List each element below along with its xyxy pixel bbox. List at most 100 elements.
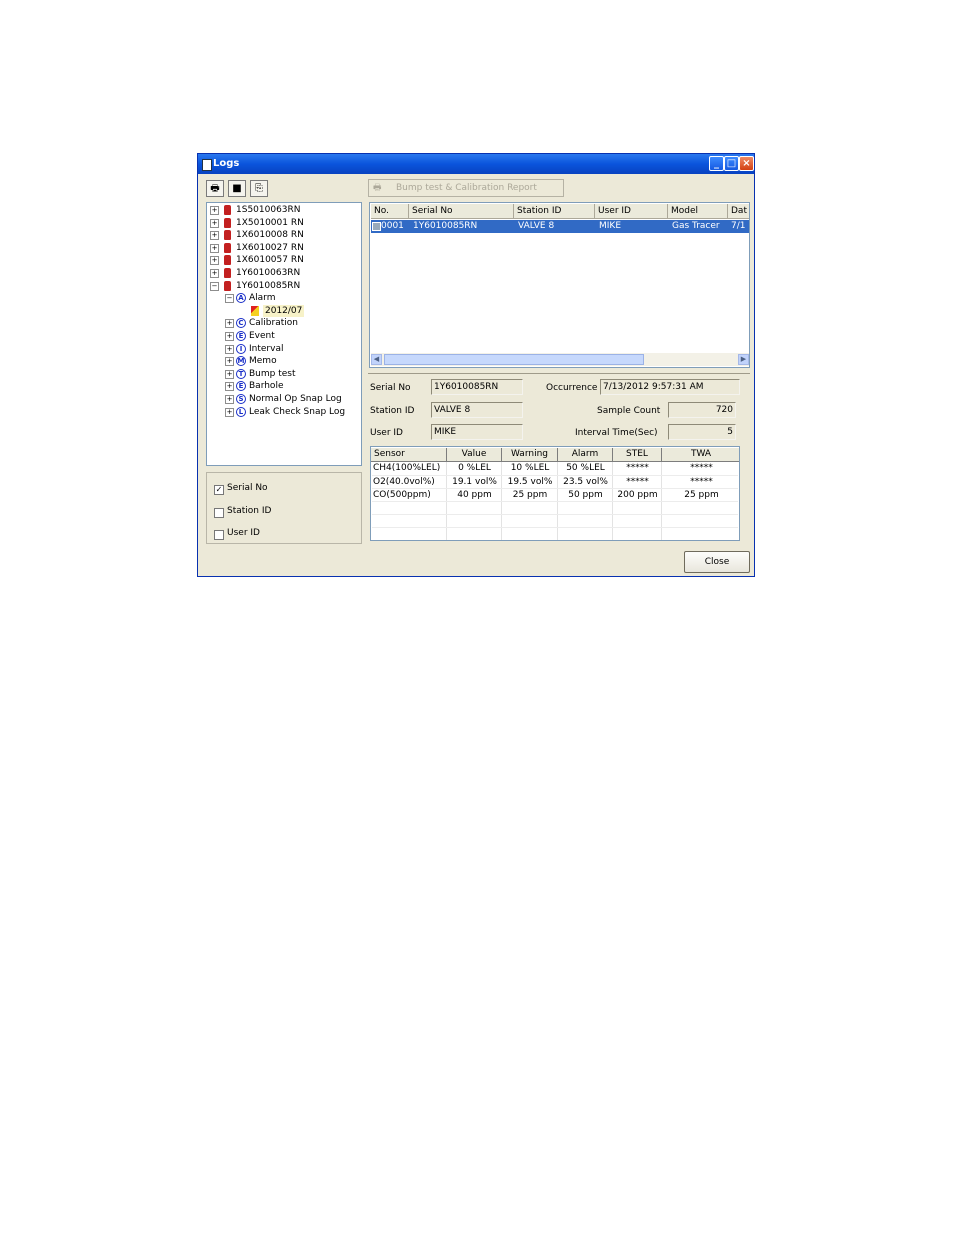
scroll-thumb[interactable] [384,354,644,365]
filter-checkbox[interactable] [214,507,224,518]
expand-icon[interactable]: + [210,231,219,241]
column-header[interactable]: User ID [595,204,668,219]
tree-node-category[interactable]: + T Bump test [207,368,357,380]
tree-node-label: Bump test [249,368,296,379]
list-cell: 0001 [381,221,404,231]
title-bar[interactable]: Logs _ □ × [198,154,754,174]
list-cell: 7/1 [731,221,746,231]
tree-node-device[interactable]: +1Y6010063RN [207,267,357,279]
maximize-button[interactable]: □ [724,156,739,171]
floppy-disk-icon: ■ [232,183,242,194]
sensor-cell: 50 ppm [568,490,603,500]
expand-icon[interactable]: + [210,243,219,253]
sensor-cell: CH4(100%LEL) [373,463,441,473]
tree-node-category[interactable]: + M Memo [207,355,357,367]
grid-line [372,514,738,515]
tree-node-category[interactable]: + E Barhole [207,380,357,392]
tree-node-device[interactable]: +1S5010063RN [207,204,357,216]
expand-icon[interactable]: + [210,256,219,266]
close-button[interactable]: Close [684,551,750,573]
sensor-cell: ***** [626,476,649,487]
tree-node-label: 1S5010063RN [236,205,301,215]
tree-node-device[interactable]: +1X6010027 RN [207,242,357,254]
column-header[interactable]: Dat [728,204,749,219]
column-header[interactable]: No. [371,204,409,219]
occurrence-label: Occurrence [546,383,598,393]
expand-icon[interactable]: + [225,382,234,392]
device-tree[interactable]: +1S5010063RN +1X5010001 RN +1X6010008 RN +1… [206,202,362,466]
list-cell: 1Y6010085RN [413,221,478,231]
device-icon [224,280,231,291]
device-icon [224,255,231,266]
category-icon: C [236,318,246,329]
sensor-column-header: Value [447,448,502,462]
clipboard-button[interactable]: ⎘ [250,180,268,197]
sensor-cell: 23.5 vol% [563,476,608,487]
user-id-label: User ID [370,428,403,438]
filter-checkbox[interactable]: ✓ [214,485,224,495]
device-icon [224,268,231,278]
sensor-cell: ***** [690,476,713,487]
collapse-icon[interactable]: − [210,281,219,291]
sensor-cell: 40 ppm [457,490,492,500]
serial-no-field: 1Y6010085RN [431,379,523,395]
tree-node-label: Calibration [249,318,298,329]
expand-icon[interactable]: + [225,357,234,367]
tree-node-device[interactable]: +1X5010001 RN [207,217,357,229]
tree-node-label: 1Y6010085RN [236,280,301,291]
tree-node-device[interactable]: +1X6010057 RN [207,254,357,266]
tree-node-category[interactable]: − A Alarm [207,292,357,304]
sensor-cell: 10 %LEL [510,463,550,473]
expand-icon[interactable]: + [225,369,234,379]
expand-icon[interactable]: + [225,395,234,404]
list-cell: MIKE [599,221,622,231]
category-icon: A [236,293,246,304]
sample-count-field: 720 [668,402,736,418]
category-icon: S [236,394,246,404]
tree-node-label: 1X6010027 RN [236,242,304,253]
sensor-cell: ***** [690,463,713,473]
tree-node-device[interactable]: +1X6010008 RN [207,229,357,241]
grid-line [372,527,738,528]
tree-node-alarm-month[interactable]: 2012/07 [207,304,357,317]
window-title: Logs [213,158,240,169]
expand-icon[interactable]: + [210,206,219,215]
sensor-cell: CO(500ppm) [373,490,431,500]
sensor-column-header: TWA [662,448,739,462]
print-button[interactable]: 🖶 [206,180,224,197]
list-row[interactable]: 0001 1Y6010085RN VALVE 8 MIKE Gas Tracer 7/1 [371,220,749,233]
save-button[interactable]: ■ [228,180,246,197]
expand-icon[interactable]: + [225,344,234,354]
expand-icon[interactable]: + [225,319,234,329]
column-header[interactable]: Serial No [409,204,514,219]
expand-icon[interactable]: + [225,332,234,341]
column-header[interactable]: Station ID [514,204,595,219]
tree-node-category[interactable]: + E Event [207,330,357,342]
tree-node-category[interactable]: + I Interval [207,343,357,355]
horizontal-scrollbar[interactable]: ◀ ▶ [371,353,749,366]
close-window-button[interactable]: × [739,156,754,171]
filter-checkbox[interactable] [214,530,224,540]
device-icon [224,230,231,241]
tree-node-label: Alarm [249,293,276,304]
scroll-left-icon[interactable]: ◀ [371,354,382,365]
expand-icon[interactable]: + [225,407,234,417]
station-id-field: VALVE 8 [431,402,523,418]
expand-icon[interactable]: + [210,218,219,228]
column-header[interactable]: Model [668,204,728,219]
tree-node-category[interactable]: + S Normal Op Snap Log [207,393,357,405]
tree-node-label: 2012/07 [263,304,305,317]
filter-panel: ✓ Serial No Station ID User ID [206,472,362,544]
tree-node-category[interactable]: + C Calibration [207,317,357,329]
tree-node-label: Leak Check Snap Log [249,406,346,417]
app-icon [202,159,212,171]
tree-node-category[interactable]: + L Leak Check Snap Log [207,406,357,418]
log-list[interactable]: No. Serial No Station ID User ID Model Dat 00… [369,202,750,368]
expand-icon[interactable]: + [210,269,219,278]
scroll-right-icon[interactable]: ▶ [738,354,749,365]
occurrence-field: 7/13/2012 9:57:31 AM [600,379,740,395]
bump-test-calibration-report-button[interactable]: 🖶 Bump test & Calibration Report [368,179,564,197]
tree-node-device[interactable]: − 1Y6010085RN [207,280,357,292]
minimize-button[interactable]: _ [709,156,724,171]
collapse-icon[interactable]: − [225,294,234,304]
